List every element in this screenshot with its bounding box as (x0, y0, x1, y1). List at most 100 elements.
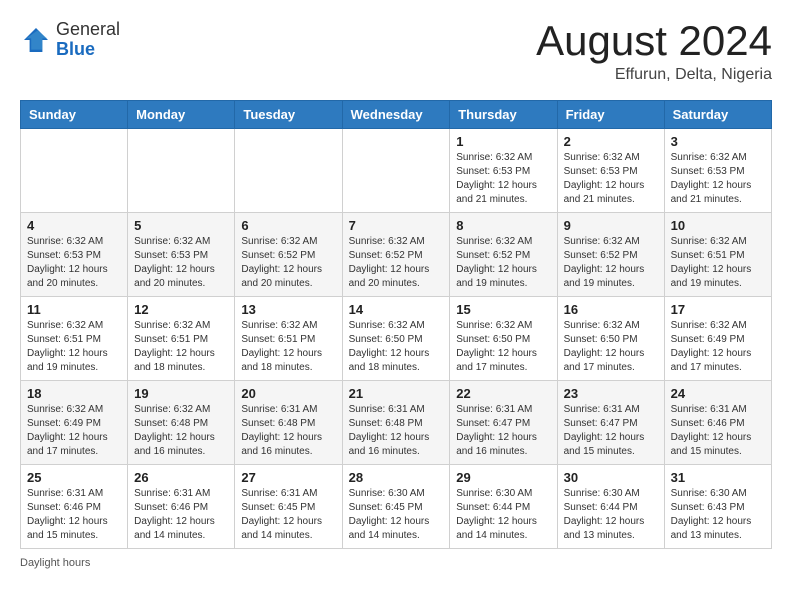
day-info: Sunrise: 6:32 AM Sunset: 6:52 PM Dayligh… (241, 235, 335, 291)
day-number: 29 (456, 470, 550, 485)
day-info: Sunrise: 6:32 AM Sunset: 6:50 PM Dayligh… (456, 319, 550, 375)
day-info: Sunrise: 6:31 AM Sunset: 6:47 PM Dayligh… (564, 403, 658, 459)
day-number: 18 (27, 386, 121, 401)
calendar-day-cell (235, 129, 342, 213)
calendar-header-row: SundayMondayTuesdayWednesdayThursdayFrid… (21, 101, 772, 129)
day-info: Sunrise: 6:32 AM Sunset: 6:53 PM Dayligh… (671, 151, 765, 207)
day-info: Sunrise: 6:32 AM Sunset: 6:53 PM Dayligh… (27, 235, 121, 291)
day-number: 25 (27, 470, 121, 485)
day-info: Sunrise: 6:31 AM Sunset: 6:46 PM Dayligh… (27, 487, 121, 543)
calendar-day-cell (128, 129, 235, 213)
day-info: Sunrise: 6:31 AM Sunset: 6:46 PM Dayligh… (134, 487, 228, 543)
day-info: Sunrise: 6:32 AM Sunset: 6:53 PM Dayligh… (134, 235, 228, 291)
calendar-day-cell: 30Sunrise: 6:30 AM Sunset: 6:44 PM Dayli… (557, 465, 664, 549)
day-info: Sunrise: 6:32 AM Sunset: 6:53 PM Dayligh… (456, 151, 550, 207)
calendar-day-cell: 16 Sunrise: 6:32 AM Sunset: 6:50 PM Dayli… (557, 297, 664, 381)
calendar-day-cell: 14 Sunrise: 6:32 AM Sunset: 6:50 PM Dayli… (342, 297, 450, 381)
day-info: Sunrise: 6:30 AM Sunset: 6:43 PM Dayligh… (671, 487, 765, 543)
calendar-week-row: 25 Sunrise: 6:31 AM Sunset: 6:46 PM Dayli… (21, 465, 772, 549)
calendar-day-cell: 29 Sunrise: 6:30 AM Sunset: 6:44 PM Dayli… (450, 465, 557, 549)
calendar-day-cell: 26 Sunrise: 6:31 AM Sunset: 6:46 PM Dayli… (128, 465, 235, 549)
title-block: August 2024 Effurun, Delta, Nigeria (536, 20, 772, 84)
day-info: Sunrise: 6:30 AM Sunset: 6:44 PM Dayligh… (564, 487, 658, 543)
calendar-day-header: Friday (557, 101, 664, 129)
day-info: Sunrise: 6:32 AM Sunset: 6:51 PM Dayligh… (134, 319, 228, 375)
day-number: 4 (27, 218, 121, 233)
logo: General Blue (20, 20, 120, 60)
calendar-day-cell: 31 Sunrise: 6:30 AM Sunset: 6:43 PM Dayli… (664, 465, 771, 549)
calendar-day-cell: 9 Sunrise: 6:32 AM Sunset: 6:52 PM Daylig… (557, 213, 664, 297)
day-number: 19 (134, 386, 228, 401)
calendar-day-cell: 8Sunrise: 6:32 AM Sunset: 6:52 PM Daylig… (450, 213, 557, 297)
logo-text: General Blue (56, 20, 120, 60)
calendar-day-header: Sunday (21, 101, 128, 129)
calendar-day-cell: 13 Sunrise: 6:32 AM Sunset: 6:51 PM Dayli… (235, 297, 342, 381)
day-info: Sunrise: 6:32 AM Sunset: 6:52 PM Dayligh… (456, 235, 550, 291)
day-info: Sunrise: 6:31 AM Sunset: 6:46 PM Dayligh… (671, 403, 765, 459)
day-info: Sunrise: 6:30 AM Sunset: 6:45 PM Dayligh… (349, 487, 444, 543)
calendar-week-row: 11 Sunrise: 6:32 AM Sunset: 6:51 PM Dayli… (21, 297, 772, 381)
day-info: Sunrise: 6:32 AM Sunset: 6:52 PM Dayligh… (349, 235, 444, 291)
day-number: 9 (564, 218, 658, 233)
day-info: Sunrise: 6:31 AM Sunset: 6:48 PM Dayligh… (349, 403, 444, 459)
calendar-day-cell: 1Sunrise: 6:32 AM Sunset: 6:53 PM Daylig… (450, 129, 557, 213)
day-info: Sunrise: 6:32 AM Sunset: 6:48 PM Dayligh… (134, 403, 228, 459)
day-info: Sunrise: 6:32 AM Sunset: 6:49 PM Dayligh… (27, 403, 121, 459)
calendar-day-cell: 4 Sunrise: 6:32 AM Sunset: 6:53 PM Daylig… (21, 213, 128, 297)
calendar-day-cell: 24Sunrise: 6:31 AM Sunset: 6:46 PM Dayli… (664, 381, 771, 465)
calendar-week-row: 1Sunrise: 6:32 AM Sunset: 6:53 PM Daylig… (21, 129, 772, 213)
calendar-day-cell: 22Sunrise: 6:31 AM Sunset: 6:47 PM Dayli… (450, 381, 557, 465)
calendar-day-header: Saturday (664, 101, 771, 129)
calendar-day-cell: 3 Sunrise: 6:32 AM Sunset: 6:53 PM Daylig… (664, 129, 771, 213)
calendar-day-cell: 19 Sunrise: 6:32 AM Sunset: 6:48 PM Dayli… (128, 381, 235, 465)
calendar-day-cell: 23Sunrise: 6:31 AM Sunset: 6:47 PM Dayli… (557, 381, 664, 465)
calendar-day-header: Tuesday (235, 101, 342, 129)
calendar-day-cell: 5Sunrise: 6:32 AM Sunset: 6:53 PM Daylig… (128, 213, 235, 297)
calendar-day-cell: 21 Sunrise: 6:31 AM Sunset: 6:48 PM Dayli… (342, 381, 450, 465)
day-info: Sunrise: 6:32 AM Sunset: 6:50 PM Dayligh… (564, 319, 658, 375)
day-number: 31 (671, 470, 765, 485)
day-info: Sunrise: 6:32 AM Sunset: 6:51 PM Dayligh… (671, 235, 765, 291)
day-number: 13 (241, 302, 335, 317)
day-info: Sunrise: 6:32 AM Sunset: 6:49 PM Dayligh… (671, 319, 765, 375)
day-number: 28 (349, 470, 444, 485)
calendar-day-cell (342, 129, 450, 213)
day-info: Sunrise: 6:32 AM Sunset: 6:52 PM Dayligh… (564, 235, 658, 291)
day-number: 22 (456, 386, 550, 401)
day-number: 2 (564, 134, 658, 149)
calendar-day-cell: 18 Sunrise: 6:32 AM Sunset: 6:49 PM Dayli… (21, 381, 128, 465)
calendar-day-cell: 11 Sunrise: 6:32 AM Sunset: 6:51 PM Dayli… (21, 297, 128, 381)
calendar-day-cell: 7 Sunrise: 6:32 AM Sunset: 6:52 PM Daylig… (342, 213, 450, 297)
calendar-day-cell: 27Sunrise: 6:31 AM Sunset: 6:45 PM Dayli… (235, 465, 342, 549)
calendar-day-cell: 15 Sunrise: 6:32 AM Sunset: 6:50 PM Dayli… (450, 297, 557, 381)
day-info: Sunrise: 6:32 AM Sunset: 6:53 PM Dayligh… (564, 151, 658, 207)
day-info: Sunrise: 6:31 AM Sunset: 6:48 PM Dayligh… (241, 403, 335, 459)
day-number: 27 (241, 470, 335, 485)
day-info: Sunrise: 6:32 AM Sunset: 6:51 PM Dayligh… (241, 319, 335, 375)
calendar-day-cell: 25 Sunrise: 6:31 AM Sunset: 6:46 PM Dayli… (21, 465, 128, 549)
calendar-week-row: 18 Sunrise: 6:32 AM Sunset: 6:49 PM Dayli… (21, 381, 772, 465)
day-number: 11 (27, 302, 121, 317)
calendar-day-cell: 10Sunrise: 6:32 AM Sunset: 6:51 PM Dayli… (664, 213, 771, 297)
day-number: 7 (349, 218, 444, 233)
logo-icon (20, 24, 52, 56)
daylight-hours-label: Daylight hours (20, 557, 90, 569)
day-number: 26 (134, 470, 228, 485)
calendar-day-cell: 17Sunrise: 6:32 AM Sunset: 6:49 PM Dayli… (664, 297, 771, 381)
day-info: Sunrise: 6:32 AM Sunset: 6:50 PM Dayligh… (349, 319, 444, 375)
day-info: Sunrise: 6:30 AM Sunset: 6:44 PM Dayligh… (456, 487, 550, 543)
day-info: Sunrise: 6:32 AM Sunset: 6:51 PM Dayligh… (27, 319, 121, 375)
day-number: 16 (564, 302, 658, 317)
day-number: 15 (456, 302, 550, 317)
calendar-day-header: Thursday (450, 101, 557, 129)
month-year-title: August 2024 (536, 20, 772, 62)
day-number: 14 (349, 302, 444, 317)
location-subtitle: Effurun, Delta, Nigeria (536, 66, 772, 84)
calendar-day-header: Wednesday (342, 101, 450, 129)
day-number: 21 (349, 386, 444, 401)
footer-note: Daylight hours (20, 557, 772, 569)
calendar-day-cell (21, 129, 128, 213)
calendar-day-cell: 6Sunrise: 6:32 AM Sunset: 6:52 PM Daylig… (235, 213, 342, 297)
day-number: 20 (241, 386, 335, 401)
day-number: 3 (671, 134, 765, 149)
